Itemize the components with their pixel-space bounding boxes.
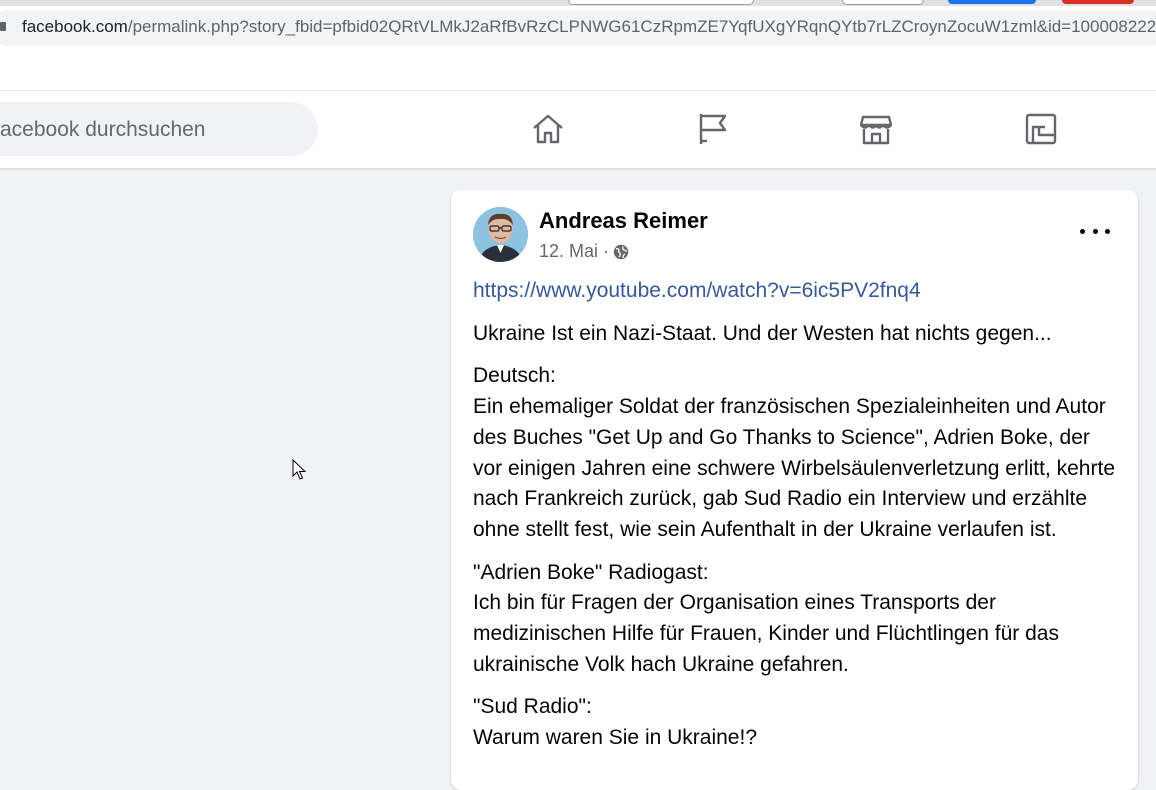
nav-top-strip (0, 50, 1156, 91)
post-author[interactable]: Andreas Reimer (539, 208, 708, 234)
browser-address-bar: facebook.com/permalink.php?story_fbid=pf… (0, 0, 1156, 50)
post-card: Andreas Reimer 12. Mai · https://www.you… (451, 190, 1138, 790)
facebook-top-nav: acebook durchsuchen (0, 50, 1156, 169)
browser-tab[interactable] (568, 0, 754, 5)
url-text[interactable]: facebook.com/permalink.php?story_fbid=pf… (22, 17, 1156, 37)
lock-icon[interactable] (0, 22, 6, 31)
home-icon[interactable] (528, 109, 568, 149)
gaming-icon[interactable] (1021, 109, 1061, 149)
post-text: Ich bin für Fragen der Organisation eine… (473, 591, 1059, 676)
post-text: "Sud Radio": (473, 695, 592, 719)
post-text: "Adrien Boke" Radiogast: (473, 560, 709, 584)
post-link[interactable]: https://www.youtube.com/watch?v=6ic5PV2f… (473, 279, 921, 302)
post-text: Ein ehemaliger Soldat der französischen … (473, 395, 1115, 541)
browser-tab[interactable] (842, 0, 924, 5)
search-field[interactable]: acebook durchsuchen (0, 102, 318, 156)
url-path: /permalink.php?story_fbid=pfbid02QRtVLMk… (127, 17, 1156, 36)
pages-flag-icon[interactable] (693, 109, 733, 149)
post-meta: 12. Mai · (539, 241, 629, 262)
tab-strip (0, 0, 1156, 6)
marketplace-icon[interactable] (856, 109, 896, 149)
browser-tab[interactable] (948, 0, 1036, 4)
globe-icon (613, 244, 629, 260)
mouse-cursor-icon (292, 458, 307, 481)
post-text: Warum waren Sie in Ukraine!? (473, 726, 757, 750)
avatar[interactable] (473, 207, 528, 262)
search-placeholder: acebook durchsuchen (0, 118, 206, 141)
browser-tab[interactable] (1062, 0, 1134, 4)
url-host: facebook.com (22, 17, 128, 36)
post-text: Ukraine Ist ein Nazi-Staat. Und der West… (473, 321, 1052, 345)
post-date[interactable]: 12. Mai · (539, 241, 609, 262)
post-text: Deutsch: (473, 364, 556, 388)
post-content: https://www.youtube.com/watch?v=6ic5PV2f… (473, 276, 1123, 766)
more-options-icon[interactable] (1080, 223, 1110, 239)
